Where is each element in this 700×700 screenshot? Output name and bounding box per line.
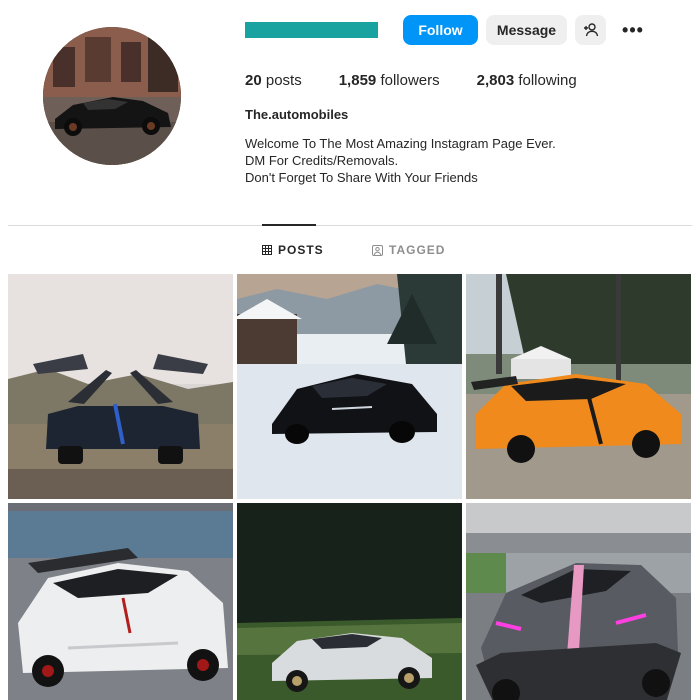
tab-tagged-label: TAGGED [389,243,446,257]
tagged-icon [372,244,383,256]
followers-count: 1,859 [338,72,377,89]
post-thumbnail[interactable] [237,503,462,700]
follow-button[interactable]: Follow [403,15,478,45]
post-image-white-lamborghini [8,503,233,700]
profile-stats: 20 posts 1,859 followers 2,803 following [245,72,614,89]
post-image-bugatti-snow [237,274,462,499]
add-user-button[interactable] [575,15,606,45]
bio-line: Don't Forget To Share With Your Friends [245,170,478,185]
tab-tagged[interactable]: TAGGED [372,243,445,257]
profile-bio: Welcome To The Most Amazing Instagram Pa… [245,135,556,186]
tabs-divider [8,225,692,226]
following-label: following [518,72,577,89]
following-stat[interactable]: 2,803 following [477,72,577,89]
post-thumbnail[interactable] [237,274,462,499]
post-thumbnail[interactable] [466,274,691,499]
following-count: 2,803 [476,72,515,89]
more-horizontal-icon: ••• [622,19,644,40]
bio-line: Welcome To The Most Amazing Instagram Pa… [245,136,556,151]
more-options-button[interactable]: ••• [617,15,649,45]
post-thumbnail[interactable] [8,274,233,499]
post-image-dodge-charger [466,503,691,700]
add-user-icon [583,23,598,37]
message-button[interactable]: Message [486,15,567,45]
avatar-car-photo [43,27,181,165]
bio-line: DM For Credits/Removals. [245,153,399,168]
grid-icon [262,245,272,255]
post-thumbnail[interactable] [8,503,233,700]
followers-stat[interactable]: 1,859 followers [339,72,440,89]
profile-avatar[interactable] [43,27,181,165]
post-thumbnail[interactable] [466,503,691,700]
profile-full-name: The.automobiles [245,107,349,122]
posts-grid [8,274,691,700]
posts-count: 20 [245,72,262,89]
username-redacted [245,22,378,38]
followers-label: followers [380,72,440,89]
posts-label: posts [265,72,302,89]
post-image-pagani-roadster [8,274,233,499]
posts-stat: 20 posts [245,72,302,89]
tab-posts[interactable]: POSTS [262,243,324,257]
active-tab-indicator [262,224,316,226]
tab-posts-label: POSTS [278,243,324,257]
post-image-silver-pagani [237,503,462,700]
post-image-orange-koenigsegg [466,274,691,499]
